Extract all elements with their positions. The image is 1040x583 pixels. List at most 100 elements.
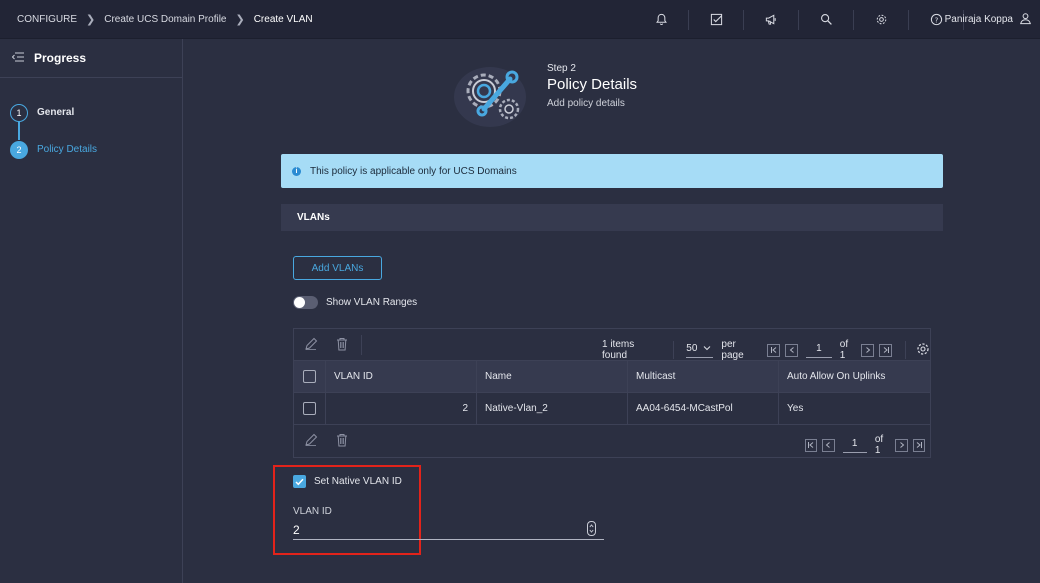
main-content: Step 2 Policy Details Add policy details… [184,39,1040,583]
next-page-icon[interactable] [861,343,875,357]
step-policy-details[interactable]: 2 Policy Details [0,131,182,168]
user-menu[interactable]: Paniraja Koppa [945,0,1032,39]
step-general[interactable]: 1 General [0,94,182,131]
set-native-vlan-label: Set Native VLAN ID [314,476,402,487]
of-pages: of 1 [839,339,849,361]
cell-auto-allow: Yes [787,403,804,414]
set-native-vlan-checkbox[interactable] [293,475,306,488]
search-icon[interactable] [815,9,837,31]
column-header-vlan-id[interactable]: VLAN ID [326,361,477,392]
bottom-pager: 1 of 1 [805,434,930,456]
divider [688,9,689,30]
table-row[interactable]: 2 Native-Vlan_2 AA04-6454-MCastPol Yes [294,393,930,425]
step-number-label: Step 2 [547,63,576,74]
table-settings-gear-icon[interactable] [916,342,930,359]
divider [853,9,854,30]
vlans-section-header: VLANs [281,204,943,231]
step-number: 1 [10,103,28,122]
per-page-label: per page [721,339,744,361]
chevron-right-icon: ❯ [235,13,245,26]
breadcrumb-create-vlan: Create VLAN [253,13,313,25]
step-number: 2 [10,140,28,159]
progress-title: Progress [34,51,87,65]
number-stepper-icon[interactable] [587,521,596,536]
top-icons: ? [650,0,964,39]
items-found: 1 items found [602,339,635,361]
vlan-id-value: 2 [293,523,300,537]
toggle-knob [294,297,305,308]
page-subtitle: Add policy details [547,98,625,109]
gear-icon[interactable] [870,9,892,31]
cell-name: Native-Vlan_2 [477,393,628,424]
prev-page-icon[interactable] [822,438,835,452]
prev-page-icon[interactable] [785,343,799,357]
set-native-vlan-row: Set Native VLAN ID [293,475,402,488]
table-toolbar: 1 items found 50 per page 1 of 1 [294,329,930,361]
of-pages: of 1 [874,434,884,456]
select-all-checkbox[interactable] [303,370,316,383]
step-connector [18,120,20,140]
checkmark-icon [295,478,304,485]
column-header-auto-allow[interactable]: Auto Allow On Uplinks [779,361,930,392]
vlan-id-field-label: VLAN ID [293,506,332,517]
cell-multicast: AA04-6454-MCastPol [628,393,779,424]
step-label: General [37,107,75,118]
first-page-icon[interactable] [767,343,781,357]
show-vlan-ranges-toggle[interactable] [293,296,318,309]
per-page-value: 50 [686,342,698,354]
column-header-name[interactable]: Name [477,361,628,392]
first-page-icon[interactable] [805,438,818,452]
show-vlan-ranges-row: Show VLAN Ranges [293,296,417,309]
row-select-cell [294,393,326,424]
table-footer: 1 of 1 [294,425,930,457]
page-input[interactable]: 1 [842,438,867,453]
edit-icon[interactable] [304,433,318,450]
bell-icon[interactable] [650,9,672,31]
next-page-icon[interactable] [895,438,908,452]
top-pager: 1 items found 50 per page 1 of 1 [602,339,930,361]
toggle-label: Show VLAN Ranges [326,297,418,308]
trash-icon[interactable] [336,337,348,354]
info-icon: i [292,166,301,176]
breadcrumb-configure[interactable]: CONFIGURE [17,14,77,25]
svg-text:?: ? [934,15,938,24]
step-label: Policy Details [37,144,98,155]
page-title: Policy Details [547,76,638,93]
row-checkbox[interactable] [303,402,316,415]
table-header: VLAN ID Name Multicast Auto Allow On Upl… [294,361,930,393]
vlan-id-input[interactable]: 2 [293,519,604,540]
collapse-menu-icon[interactable] [11,51,24,65]
user-icon [1019,12,1032,28]
divider [361,335,362,355]
checklist-icon[interactable] [705,9,727,31]
top-bar: CONFIGURE ❯ Create UCS Domain Profile ❯ … [0,0,1040,39]
vlan-table: 1 items found 50 per page 1 of 1 VLAN ID… [293,328,931,458]
breadcrumb: CONFIGURE ❯ Create UCS Domain Profile ❯ … [0,13,313,26]
progress-sidebar: Progress 1 General 2 Policy Details [0,39,183,583]
info-text: This policy is applicable only for UCS D… [310,165,517,177]
last-page-icon[interactable] [879,343,892,357]
column-header-multicast[interactable]: Multicast [628,361,779,392]
info-banner: i This policy is applicable only for UCS… [281,154,943,188]
divider [905,341,906,359]
breadcrumb-create-domain-profile[interactable]: Create UCS Domain Profile [104,14,226,25]
step-list: 1 General 2 Policy Details [0,78,182,168]
edit-icon[interactable] [304,337,318,354]
chevron-right-icon: ❯ [86,13,96,26]
user-name: Paniraja Koppa [944,14,1013,25]
megaphone-icon[interactable] [760,9,782,31]
select-all-cell [294,361,326,392]
add-vlans-button[interactable]: Add VLANs [293,256,382,280]
divider [673,341,675,359]
chevron-down-icon [704,346,711,351]
step-header: Step 2 Policy Details Add policy details [547,63,637,109]
cell-vlan-id: 2 [326,393,477,424]
policy-gears-icon [450,61,534,131]
progress-header: Progress [0,39,182,78]
page-input[interactable]: 1 [806,343,832,358]
divider [798,9,799,30]
per-page-select[interactable]: 50 [686,342,714,358]
divider [908,9,909,30]
trash-icon[interactable] [336,433,348,450]
last-page-icon[interactable] [912,438,926,452]
